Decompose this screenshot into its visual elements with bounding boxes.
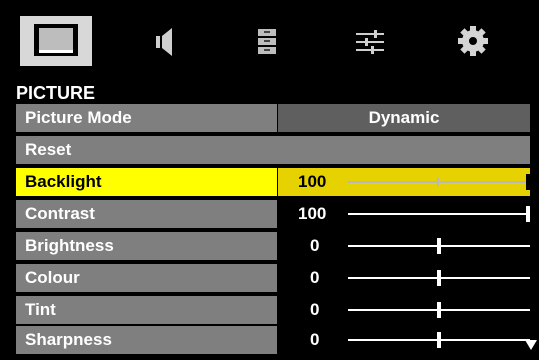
tab-settings[interactable] bbox=[334, 16, 406, 66]
section-title: PICTURE bbox=[16, 83, 96, 103]
contrast-slider[interactable] bbox=[348, 206, 530, 222]
brightness-value: 0 bbox=[310, 236, 320, 255]
contrast-label: Contrast bbox=[16, 200, 277, 228]
sharpness-slider[interactable] bbox=[348, 332, 530, 348]
speaker-icon bbox=[156, 28, 172, 56]
sharpness-row[interactable]: Sharpness 0 bbox=[16, 326, 530, 354]
tab-setup[interactable] bbox=[438, 16, 510, 66]
scroll-down-arrow-icon[interactable] bbox=[525, 340, 537, 350]
menu-tab-bar bbox=[8, 8, 530, 72]
picture-mode-value[interactable]: Dynamic bbox=[278, 104, 530, 132]
tab-sound[interactable] bbox=[128, 16, 200, 66]
brightness-slider-knob[interactable] bbox=[437, 238, 441, 254]
reset-label: Reset bbox=[16, 136, 530, 164]
backlight-row[interactable]: Backlight 100 bbox=[16, 168, 530, 196]
picture-mode-label: Picture Mode bbox=[16, 104, 277, 132]
colour-slider-knob[interactable] bbox=[437, 270, 441, 286]
reset-row[interactable]: Reset bbox=[16, 136, 530, 164]
backlight-slider-midpoint bbox=[437, 178, 439, 186]
contrast-slider-knob[interactable] bbox=[526, 206, 530, 222]
tint-slider-knob[interactable] bbox=[437, 302, 441, 318]
backlight-label: Backlight bbox=[16, 168, 277, 196]
tint-row[interactable]: Tint 0 bbox=[16, 296, 530, 324]
colour-value: 0 bbox=[310, 268, 320, 287]
sharpness-slider-knob[interactable] bbox=[437, 332, 441, 348]
sliders-icon bbox=[356, 30, 384, 54]
tint-label: Tint bbox=[16, 296, 277, 324]
picture-mode-row[interactable]: Picture Mode Dynamic bbox=[16, 104, 530, 132]
brightness-row[interactable]: Brightness 0 bbox=[16, 232, 530, 260]
contrast-row[interactable]: Contrast 100 bbox=[16, 200, 530, 228]
contrast-value: 100 bbox=[298, 204, 327, 223]
backlight-slider[interactable] bbox=[348, 174, 530, 190]
list-icon bbox=[258, 29, 276, 54]
tint-value: 0 bbox=[310, 300, 320, 319]
picture-icon bbox=[34, 24, 78, 56]
tab-channels[interactable] bbox=[231, 16, 303, 66]
tab-picture[interactable] bbox=[20, 16, 92, 66]
sharpness-value: 0 bbox=[310, 330, 320, 349]
colour-label: Colour bbox=[16, 264, 277, 292]
gear-icon bbox=[458, 26, 488, 56]
picture-settings-menu: PICTURE Picture Mode Dynamic Reset Backl… bbox=[8, 8, 530, 354]
tint-slider[interactable] bbox=[348, 302, 530, 318]
backlight-slider-knob[interactable] bbox=[526, 174, 530, 190]
brightness-slider[interactable] bbox=[348, 238, 530, 254]
sharpness-label: Sharpness bbox=[16, 326, 277, 354]
colour-slider[interactable] bbox=[348, 270, 530, 286]
colour-row[interactable]: Colour 0 bbox=[16, 264, 530, 292]
brightness-label: Brightness bbox=[16, 232, 277, 260]
